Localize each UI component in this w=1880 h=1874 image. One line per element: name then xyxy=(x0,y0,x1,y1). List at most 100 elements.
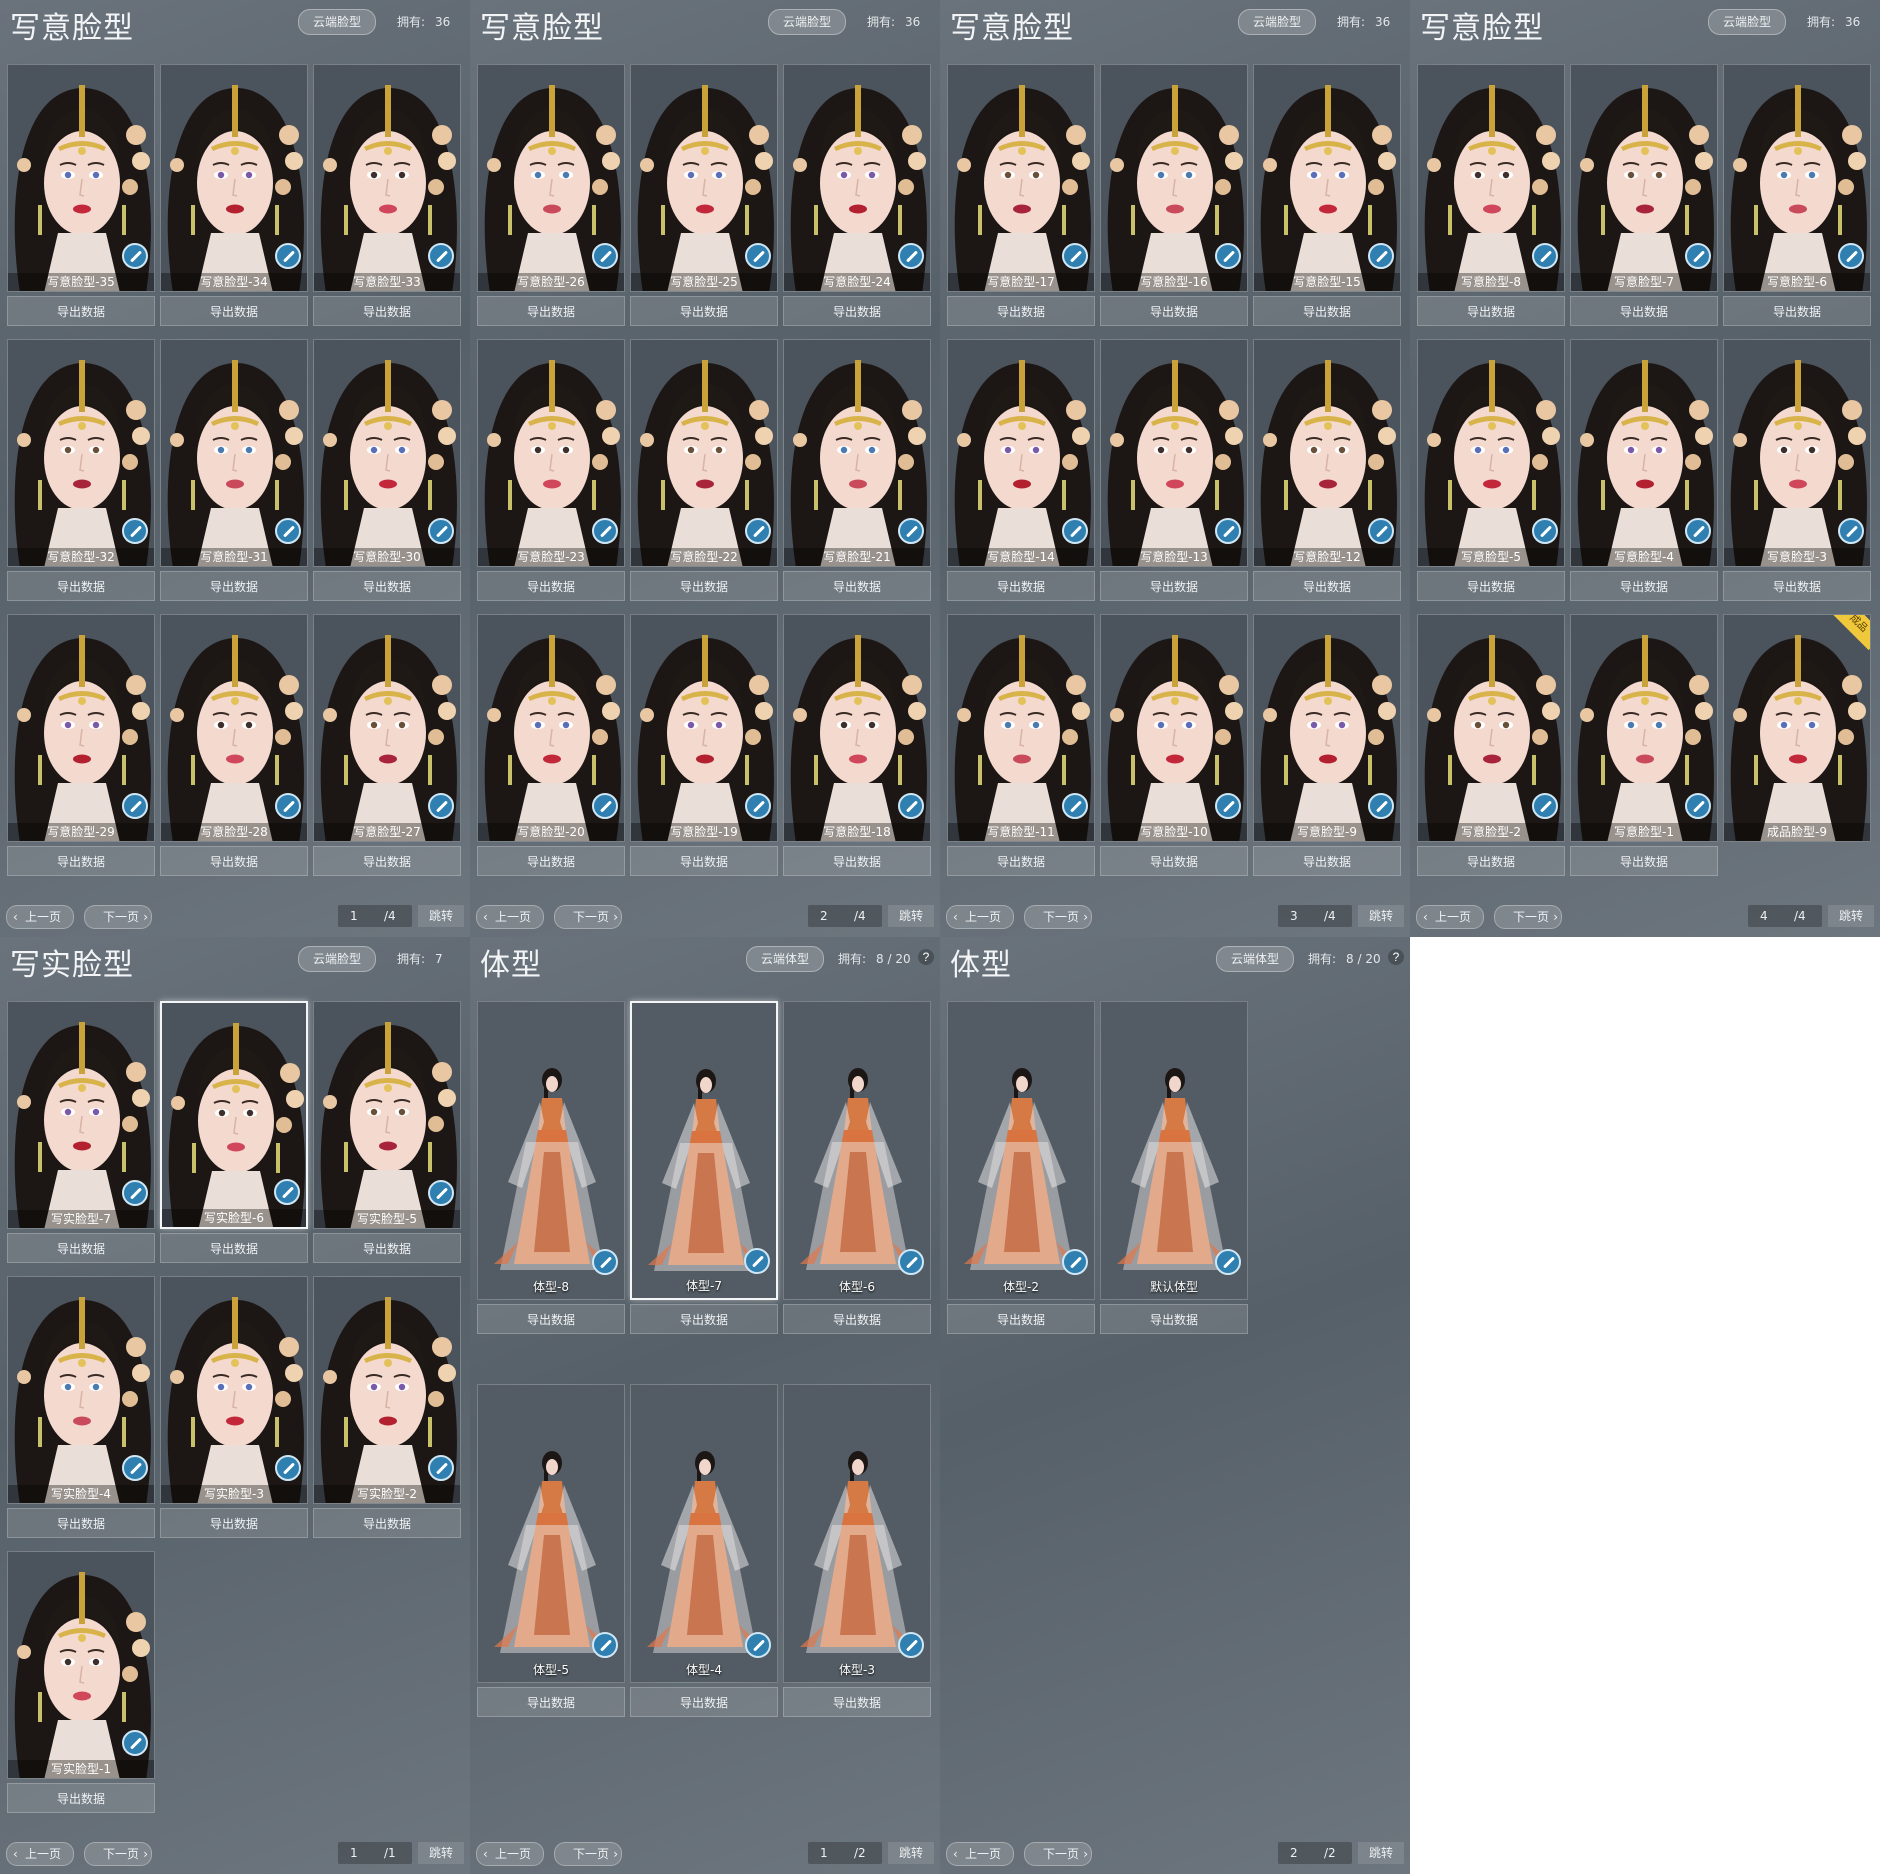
export-data-button[interactable]: 导出数据 xyxy=(1417,296,1565,326)
brush-edit-icon[interactable] xyxy=(428,518,454,544)
preset-thumbnail[interactable]: 写实脸型-1 xyxy=(7,1551,155,1779)
brush-edit-icon[interactable] xyxy=(1062,793,1088,819)
page-input[interactable]: 3/4 xyxy=(1278,905,1352,927)
preset-thumbnail[interactable]: 写意脸型-3 xyxy=(1723,339,1871,567)
preset-card[interactable]: 写意脸型-18 导出数据 xyxy=(783,614,931,876)
preset-card[interactable]: 写意脸型-32 导出数据 xyxy=(7,339,155,601)
export-data-button[interactable]: 导出数据 xyxy=(160,296,308,326)
brush-edit-icon[interactable] xyxy=(898,793,924,819)
prev-page-button[interactable]: 上一页 xyxy=(946,905,1015,929)
preset-card[interactable]: 写意脸型-33 导出数据 xyxy=(313,64,461,326)
brush-edit-icon[interactable] xyxy=(428,243,454,269)
preset-card[interactable]: 写实脸型-6 导出数据 xyxy=(160,1001,308,1263)
preset-thumbnail[interactable]: 写意脸型-19 xyxy=(630,614,778,842)
preset-card[interactable]: 写意脸型-19 导出数据 xyxy=(630,614,778,876)
brush-edit-icon[interactable] xyxy=(1368,518,1394,544)
preset-card[interactable]: 写实脸型-4 导出数据 xyxy=(7,1276,155,1538)
preset-thumbnail[interactable]: 体型-7 xyxy=(630,1001,778,1300)
preset-card[interactable]: 写意脸型-20 导出数据 xyxy=(477,614,625,876)
cloud-button[interactable]: 云端脸型 xyxy=(1238,9,1317,35)
brush-edit-icon[interactable] xyxy=(1838,518,1864,544)
page-input[interactable]: 1/1 xyxy=(338,1842,412,1864)
preset-card[interactable]: 写意脸型-21 导出数据 xyxy=(783,339,931,601)
brush-edit-icon[interactable] xyxy=(744,1248,770,1274)
jump-button[interactable]: 跳转 xyxy=(888,1842,934,1864)
brush-edit-icon[interactable] xyxy=(745,518,771,544)
export-data-button[interactable]: 导出数据 xyxy=(313,1233,461,1263)
export-data-button[interactable]: 导出数据 xyxy=(1570,571,1718,601)
cloud-button[interactable]: 云端脸型 xyxy=(1708,9,1787,35)
preset-thumbnail[interactable]: 写意脸型-29 xyxy=(7,614,155,842)
export-data-button[interactable]: 导出数据 xyxy=(947,296,1095,326)
preset-card[interactable]: 成品 成品脸型-9 xyxy=(1723,614,1871,842)
preset-card[interactable]: 写实脸型-1 导出数据 xyxy=(7,1551,155,1813)
preset-thumbnail[interactable]: 写意脸型-23 xyxy=(477,339,625,567)
export-data-button[interactable]: 导出数据 xyxy=(7,846,155,876)
preset-thumbnail[interactable]: 写意脸型-5 xyxy=(1417,339,1565,567)
export-data-button[interactable]: 导出数据 xyxy=(7,1783,155,1813)
prev-page-button[interactable]: 上一页 xyxy=(6,905,75,929)
next-page-button[interactable]: 下一页 xyxy=(84,905,153,929)
preset-thumbnail[interactable]: 写意脸型-27 xyxy=(313,614,461,842)
brush-edit-icon[interactable] xyxy=(745,793,771,819)
jump-button[interactable]: 跳转 xyxy=(1358,905,1404,927)
preset-card[interactable]: 默认体型 导出数据 xyxy=(1100,1001,1248,1334)
brush-edit-icon[interactable] xyxy=(1532,518,1558,544)
export-data-button[interactable]: 导出数据 xyxy=(1100,1304,1248,1334)
preset-thumbnail[interactable]: 写意脸型-22 xyxy=(630,339,778,567)
brush-edit-icon[interactable] xyxy=(1062,243,1088,269)
preset-card[interactable]: 体型-7 导出数据 xyxy=(630,1001,778,1334)
page-input[interactable]: 2/2 xyxy=(1278,1842,1352,1864)
preset-thumbnail[interactable]: 写实脸型-2 xyxy=(313,1276,461,1504)
preset-card[interactable]: 写意脸型-5 导出数据 xyxy=(1417,339,1565,601)
preset-card[interactable]: 体型-5 导出数据 xyxy=(477,1384,625,1717)
preset-thumbnail[interactable]: 写意脸型-17 xyxy=(947,64,1095,292)
cloud-button[interactable]: 云端脸型 xyxy=(298,9,377,35)
preset-thumbnail[interactable]: 写意脸型-12 xyxy=(1253,339,1401,567)
export-data-button[interactable]: 导出数据 xyxy=(630,846,778,876)
brush-edit-icon[interactable] xyxy=(1062,1249,1088,1275)
preset-card[interactable]: 写意脸型-11 导出数据 xyxy=(947,614,1095,876)
jump-button[interactable]: 跳转 xyxy=(1828,905,1874,927)
preset-thumbnail[interactable]: 写意脸型-7 xyxy=(1570,64,1718,292)
preset-thumbnail[interactable]: 写意脸型-6 xyxy=(1723,64,1871,292)
cloud-button[interactable]: 云端体型 xyxy=(1216,946,1295,972)
help-icon[interactable]: ? xyxy=(1388,949,1404,965)
brush-edit-icon[interactable] xyxy=(1368,793,1394,819)
preset-card[interactable]: 写意脸型-28 导出数据 xyxy=(160,614,308,876)
preset-thumbnail[interactable]: 体型-5 xyxy=(477,1384,625,1683)
export-data-button[interactable]: 导出数据 xyxy=(783,296,931,326)
preset-thumbnail[interactable]: 体型-3 xyxy=(783,1384,931,1683)
export-data-button[interactable]: 导出数据 xyxy=(1417,571,1565,601)
preset-thumbnail[interactable]: 写意脸型-24 xyxy=(783,64,931,292)
preset-card[interactable]: 写意脸型-24 导出数据 xyxy=(783,64,931,326)
brush-edit-icon[interactable] xyxy=(428,793,454,819)
brush-edit-icon[interactable] xyxy=(1215,1249,1241,1275)
help-icon[interactable]: ? xyxy=(918,949,934,965)
jump-button[interactable]: 跳转 xyxy=(1358,1842,1404,1864)
brush-edit-icon[interactable] xyxy=(122,243,148,269)
export-data-button[interactable]: 导出数据 xyxy=(1100,571,1248,601)
brush-edit-icon[interactable] xyxy=(428,1180,454,1206)
preset-card[interactable]: 体型-6 导出数据 xyxy=(783,1001,931,1334)
brush-edit-icon[interactable] xyxy=(1532,793,1558,819)
preset-thumbnail[interactable]: 写实脸型-3 xyxy=(160,1276,308,1504)
export-data-button[interactable]: 导出数据 xyxy=(1100,296,1248,326)
preset-thumbnail[interactable]: 写意脸型-34 xyxy=(160,64,308,292)
preset-thumbnail[interactable]: 写实脸型-5 xyxy=(313,1001,461,1229)
export-data-button[interactable]: 导出数据 xyxy=(1253,296,1401,326)
preset-card[interactable]: 体型-2 导出数据 xyxy=(947,1001,1095,1334)
preset-card[interactable]: 写意脸型-34 导出数据 xyxy=(160,64,308,326)
preset-thumbnail[interactable]: 写意脸型-32 xyxy=(7,339,155,567)
brush-edit-icon[interactable] xyxy=(1838,243,1864,269)
brush-edit-icon[interactable] xyxy=(898,1632,924,1658)
export-data-button[interactable]: 导出数据 xyxy=(477,571,625,601)
export-data-button[interactable]: 导出数据 xyxy=(630,1687,778,1717)
brush-edit-icon[interactable] xyxy=(898,1249,924,1275)
brush-edit-icon[interactable] xyxy=(1685,243,1711,269)
next-page-button[interactable]: 下一页 xyxy=(554,1842,623,1866)
export-data-button[interactable]: 导出数据 xyxy=(160,1233,308,1263)
brush-edit-icon[interactable] xyxy=(592,1632,618,1658)
export-data-button[interactable]: 导出数据 xyxy=(630,571,778,601)
export-data-button[interactable]: 导出数据 xyxy=(630,1304,778,1334)
